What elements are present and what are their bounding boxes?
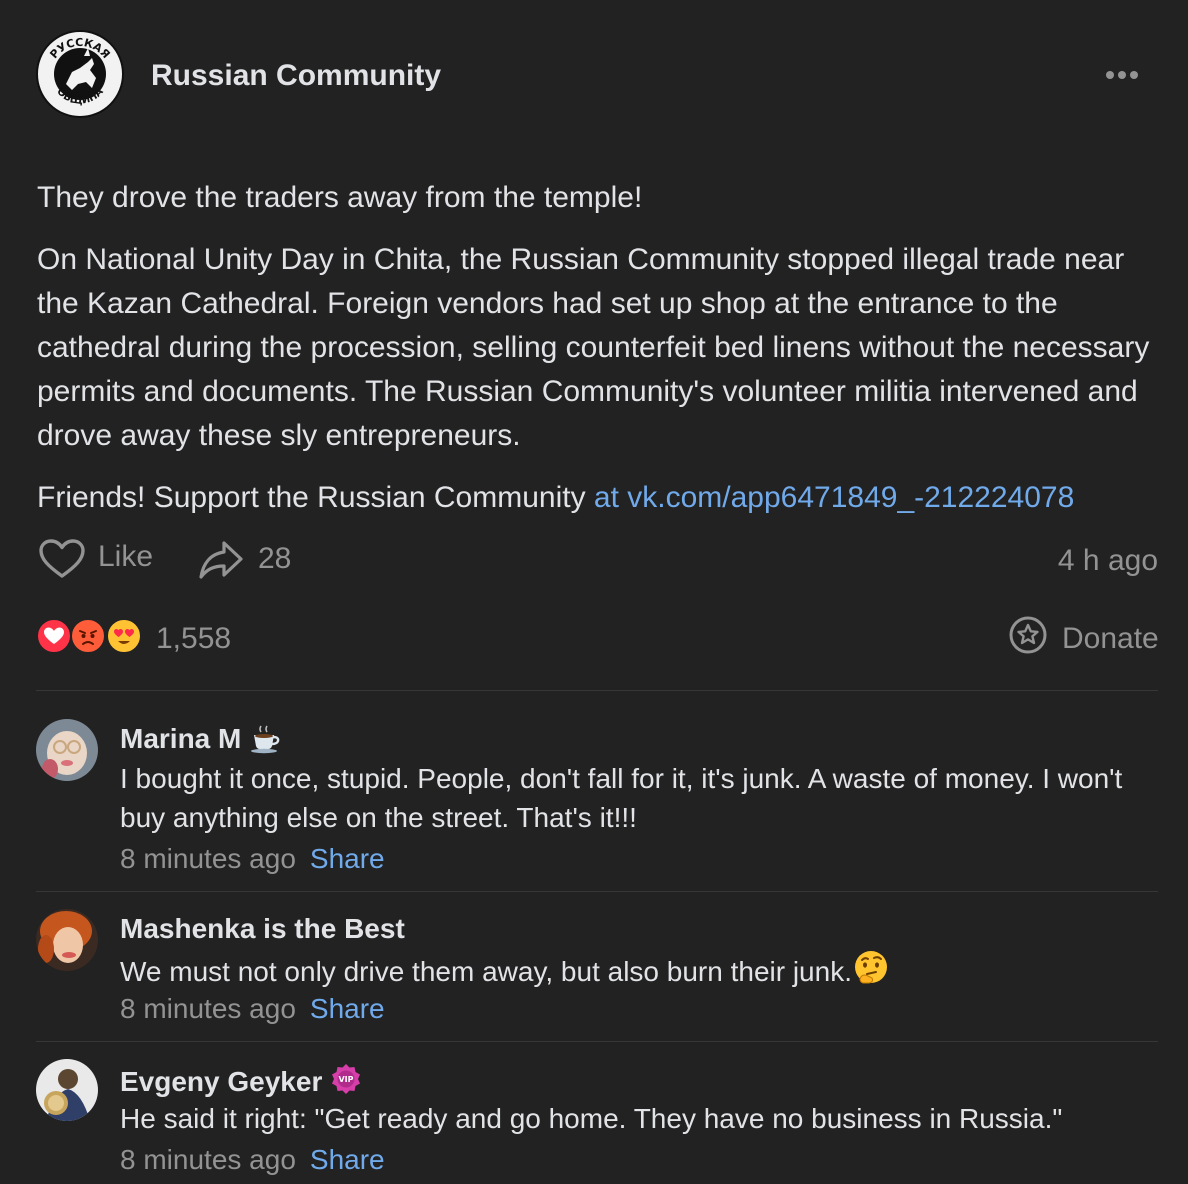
- heart-reaction-icon[interactable]: [36, 618, 72, 654]
- svg-text:VIP: VIP: [339, 1075, 354, 1084]
- more-options-icon[interactable]: [1106, 66, 1146, 82]
- comment-author-name[interactable]: Mashenka is the Best: [120, 913, 405, 945]
- comment-share-link[interactable]: Share: [310, 993, 385, 1024]
- support-text: Friends! Support the Russian Community: [37, 481, 594, 514]
- comment-text: I bought it once, stupid. People, don't …: [120, 763, 1123, 833]
- heart-eyes-reaction-icon[interactable]: [106, 618, 142, 654]
- like-label: Like: [98, 540, 154, 573]
- post-time[interactable]: 4 h ago: [1058, 544, 1158, 578]
- post-support: Friends! Support the Russian Community a…: [37, 476, 1152, 520]
- share-button[interactable]: 28: [198, 534, 318, 584]
- avatar[interactable]: [36, 1059, 98, 1121]
- divider: [36, 690, 1158, 691]
- divider: [36, 891, 1158, 892]
- comment-meta: 8 minutes ago Share: [120, 993, 385, 1025]
- share-count: 28: [258, 542, 292, 575]
- comment-author-name: Evgeny Geyker: [120, 1066, 323, 1097]
- comment-meta: 8 minutes ago Share: [120, 843, 385, 875]
- comment-meta: 8 minutes ago Share: [120, 1144, 385, 1176]
- donate-star-icon: [1009, 616, 1047, 654]
- angry-reaction-icon[interactable]: [70, 618, 106, 654]
- thinking-face-icon: [854, 951, 887, 984]
- comment-share-link[interactable]: Share: [310, 1144, 385, 1175]
- support-link[interactable]: at vk.com/app6471849_-212224078: [594, 481, 1074, 514]
- heart-outline-icon: [39, 539, 85, 578]
- avatar[interactable]: [36, 719, 98, 781]
- comment-item: Mashenka is the Best We must not only dr…: [36, 909, 1158, 1039]
- divider: [36, 1041, 1158, 1042]
- post-header: РУССКАЯ ОБЩИНА Russian Community: [36, 30, 1152, 120]
- comment-item: Marina M I bought it once, stupid. Peopl…: [36, 719, 1158, 879]
- comment-author[interactable]: Evgeny Geyker VIP: [120, 1063, 362, 1098]
- share-arrow-icon: [199, 541, 243, 579]
- community-logo[interactable]: РУССКАЯ ОБЩИНА: [36, 30, 124, 118]
- comment-share-link[interactable]: Share: [310, 843, 385, 874]
- reactions-row: 1,558 Donate: [36, 614, 1159, 658]
- avatar[interactable]: [36, 909, 98, 971]
- donate-label: Donate: [1062, 622, 1159, 655]
- post-body: On National Unity Day in Chita, the Russ…: [37, 243, 1150, 452]
- post-text: They drove the traders away from the tem…: [37, 176, 1152, 538]
- comment-time[interactable]: 8 minutes ago: [120, 993, 296, 1024]
- comment-text: He said it right: "Get ready and go home…: [120, 1103, 1063, 1134]
- comment-author-name: Marina M: [120, 723, 242, 754]
- comment-time[interactable]: 8 minutes ago: [120, 843, 296, 874]
- author-name[interactable]: Russian Community: [151, 59, 441, 93]
- vip-badge-icon: VIP: [332, 1064, 361, 1094]
- horseman-emblem-icon: РУССКАЯ ОБЩИНА: [47, 36, 112, 107]
- post-title: They drove the traders away from the tem…: [37, 181, 643, 214]
- comment-text: We must not only drive them away, but al…: [120, 949, 1138, 991]
- donate-button[interactable]: Donate: [1008, 614, 1159, 658]
- comment-item: Evgeny Geyker VIP He said it right: "Get…: [36, 1059, 1158, 1184]
- comment-author[interactable]: Marina M: [120, 723, 281, 755]
- reactions-count[interactable]: 1,558: [156, 622, 231, 656]
- coffee-cup-icon: [251, 725, 280, 754]
- comment-text-body: We must not only drive them away, but al…: [120, 956, 852, 987]
- comment-time[interactable]: 8 minutes ago: [120, 1144, 296, 1175]
- post-actions: Like 28 4 h ago: [38, 534, 1158, 584]
